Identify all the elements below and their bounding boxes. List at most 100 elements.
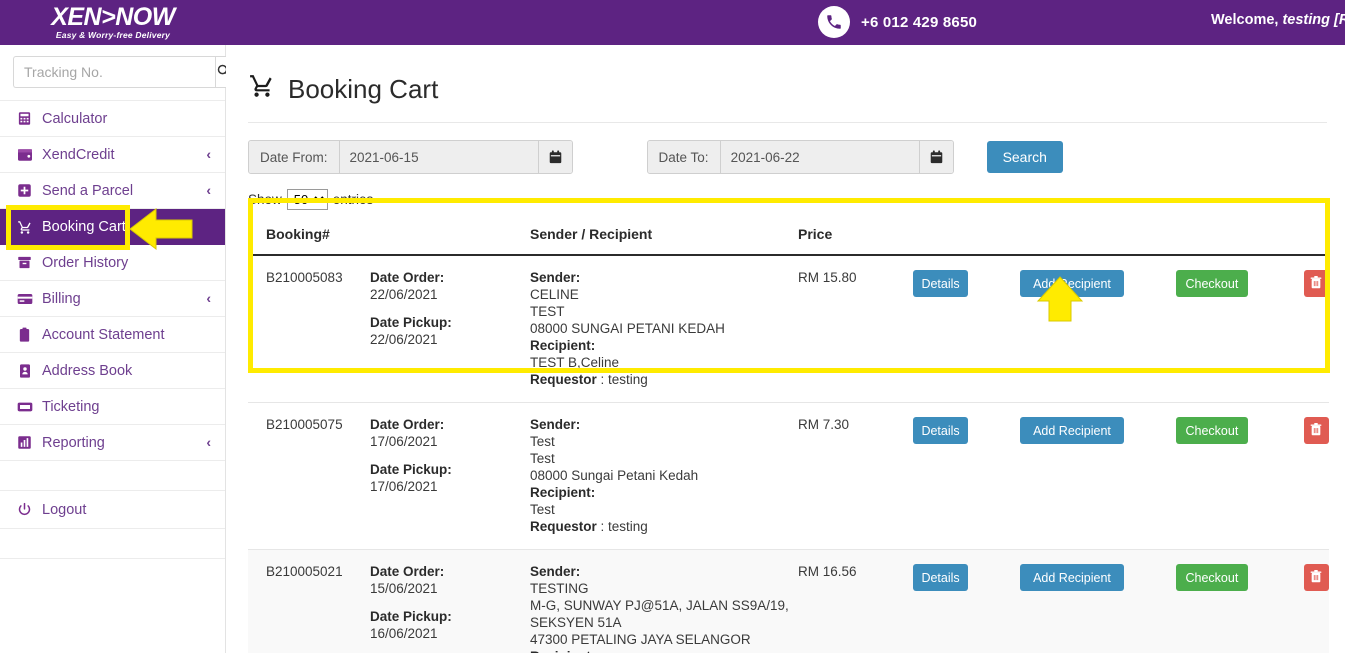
sender-line: 08000 Sungai Petani Kedah — [530, 468, 699, 483]
delete-button[interactable] — [1303, 270, 1329, 297]
cell-actions: Details Add Recipient Checkout — [913, 402, 1329, 550]
sidebar-item-order-history[interactable]: Order History — [0, 245, 225, 281]
contact-phone[interactable]: +6 012 429 8650 — [818, 6, 977, 38]
requestor-label: Requestor — [530, 519, 597, 534]
booking-cart-page: XEN>NOW Easy & Worry-free Delivery +6 01… — [0, 0, 1345, 653]
date-pickup-label: Date Pickup: — [370, 609, 452, 624]
brand-logo[interactable]: XEN>NOW Easy & Worry-free Delivery — [0, 0, 226, 45]
page-title: Booking Cart — [248, 45, 1327, 123]
details-button[interactable]: Details — [913, 564, 969, 591]
sidebar-nav: Calculator XendCredit ‹ — [0, 45, 232, 653]
welcome-message: Welcome, testing [RM 460.25] — [1211, 12, 1345, 28]
welcome-user: testing [RM 460.25] — [1282, 12, 1345, 28]
clipboard-icon — [16, 326, 33, 343]
sidebar-item-calculator[interactable]: Calculator — [0, 101, 225, 137]
sidebar-item-label: Ticketing — [42, 398, 100, 415]
sidebar-item-account-statement[interactable]: Account Statement — [0, 317, 225, 353]
sender-label: Sender: — [530, 564, 581, 579]
cell-actions: Details Add Recipient Checkout — [913, 549, 1329, 653]
wallet-icon — [16, 146, 33, 163]
date-pickup-value: 16/06/2021 — [370, 626, 438, 641]
table-body: B210005083 Date Order: 22/06/2021 Date P… — [248, 255, 1329, 653]
sidebar-menu-list: Calculator XendCredit ‹ Send a Parcel ‹ … — [0, 101, 225, 559]
checkout-button[interactable]: Checkout — [1175, 564, 1248, 591]
cell-price: RM 16.56 — [798, 549, 913, 653]
details-button[interactable]: Details — [913, 270, 969, 297]
tracking-search-group — [0, 45, 232, 101]
sidebar-bottom-spacer — [0, 529, 225, 559]
date-pickup-value: 17/06/2021 — [370, 479, 438, 494]
main-content: Booking Cart Date From: Date To: — [226, 45, 1345, 653]
table-row: B210005021 Date Order: 15/06/2021 Date P… — [248, 549, 1329, 653]
page-title-text: Booking Cart — [288, 74, 439, 104]
cell-booking-no: B210005021 — [248, 549, 370, 653]
sidebar-item-arrow: ‹ — [206, 182, 211, 198]
archive-icon — [16, 254, 33, 271]
col-booking-no[interactable]: Booking# — [248, 216, 370, 256]
recipient-line: Test — [530, 502, 555, 517]
sidebar-item-label: Billing — [42, 290, 81, 307]
sidebar-item-ticketing[interactable]: Ticketing — [0, 389, 225, 425]
cell-price: RM 7.30 — [798, 402, 913, 550]
sidebar-item-arrow: ‹ — [206, 146, 211, 162]
add-recipient-button[interactable]: Add Recipient — [1020, 270, 1124, 297]
trash-icon — [1310, 275, 1322, 292]
sender-line: TEST — [530, 304, 565, 319]
entries-select[interactable]: 50 — [286, 189, 328, 210]
requestor-sep: : — [596, 372, 609, 387]
sender-label: Sender: — [530, 417, 581, 432]
sidebar-spacer — [0, 461, 225, 491]
sidebar-item-address-book[interactable]: Address Book — [0, 353, 225, 389]
welcome-prefix: Welcome, — [1211, 12, 1283, 28]
requestor-value: testing — [608, 372, 648, 387]
logo-text: XEN>NOW — [51, 3, 175, 31]
sender-label: Sender: — [530, 270, 581, 285]
bar-chart-icon — [16, 434, 33, 451]
cell-price: RM 15.80 — [798, 255, 913, 403]
date-order-value: 17/06/2021 — [370, 434, 438, 449]
calendar-icon-to[interactable] — [918, 141, 953, 173]
calendar-icon-from[interactable] — [537, 141, 572, 173]
cart-icon — [248, 73, 276, 106]
sidebar-item-booking-cart[interactable]: Booking Cart — [0, 209, 225, 245]
cell-actions: Details Add Recipient Checkout — [913, 255, 1329, 403]
date-from-input[interactable] — [339, 141, 538, 173]
checkout-button[interactable]: Checkout — [1175, 417, 1248, 444]
sidebar-item-billing[interactable]: Billing ‹ — [0, 281, 225, 317]
search-input[interactable] — [13, 56, 215, 88]
date-filter-bar: Date From: Date To: — [248, 123, 1327, 174]
date-to-input[interactable] — [720, 141, 919, 173]
cell-dates: Date Order: 22/06/2021 Date Pickup: 22/0… — [370, 255, 530, 403]
requestor-sep: : — [596, 519, 609, 534]
sidebar-item-xendcredit[interactable]: XendCredit ‹ — [0, 137, 225, 173]
row-action-group: Details Add Recipient Checkout — [913, 416, 1329, 444]
details-button[interactable]: Details — [913, 417, 969, 444]
col-price[interactable]: Price — [798, 216, 913, 256]
cell-sender-recipient: Sender: Test Test 08000 Sungai Petani Ke… — [530, 402, 798, 550]
col-sender-recipient[interactable]: Sender / Recipient — [530, 216, 798, 256]
sidebar-item-label: Calculator — [42, 110, 108, 127]
add-recipient-button[interactable]: Add Recipient — [1020, 564, 1124, 591]
ticket-icon — [16, 398, 33, 415]
address-book-icon — [16, 362, 33, 379]
date-order-label: Date Order: — [370, 270, 445, 285]
phone-number: +6 012 429 8650 — [861, 13, 978, 31]
sidebar-item-logout[interactable]: Logout — [0, 491, 225, 529]
delete-button[interactable] — [1303, 564, 1329, 591]
delete-button[interactable] — [1303, 417, 1329, 444]
search-submit-button[interactable]: Search — [986, 141, 1063, 173]
sidebar-item-label: Send a Parcel — [42, 182, 134, 199]
sidebar-item-reporting[interactable]: Reporting ‹ — [0, 425, 225, 461]
sidebar-item-send-a-parcel[interactable]: Send a Parcel ‹ — [0, 173, 225, 209]
sender-line: Test — [530, 434, 555, 449]
booking-table: Booking# Sender / Recipient Price B21000… — [248, 216, 1329, 653]
date-pickup-label: Date Pickup: — [370, 462, 452, 477]
col-dates — [370, 216, 530, 256]
table-row: B210005075 Date Order: 17/06/2021 Date P… — [248, 402, 1329, 550]
cart-icon — [16, 219, 33, 236]
checkout-button[interactable]: Checkout — [1175, 270, 1248, 297]
sidebar-item-arrow: ‹ — [206, 290, 211, 306]
sidebar-item-label: Reporting — [42, 434, 105, 451]
add-recipient-button[interactable]: Add Recipient — [1020, 417, 1124, 444]
